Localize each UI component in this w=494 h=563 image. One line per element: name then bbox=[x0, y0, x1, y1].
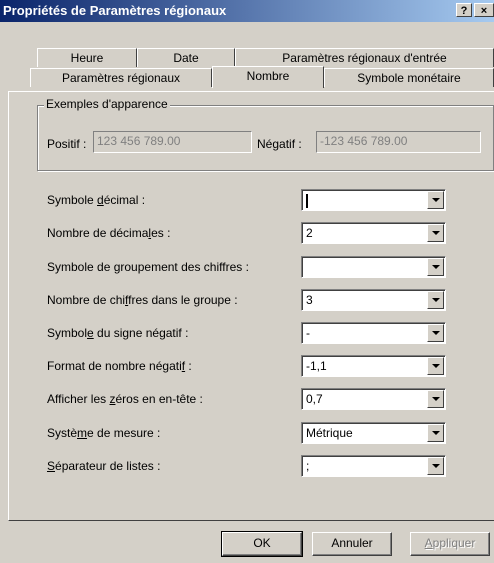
help-button[interactable]: ? bbox=[456, 3, 472, 17]
positive-example-field: 123 456 789.00 bbox=[93, 131, 252, 153]
tab-parametres-regionaux-entree[interactable]: Paramètres régionaux d'entrée bbox=[235, 48, 494, 67]
negative-format-label: Format de nombre négatif : bbox=[47, 359, 192, 373]
positive-label: Positif : bbox=[47, 137, 87, 151]
measurement-system-combo[interactable]: Métrique bbox=[301, 422, 446, 444]
negative-label: Négatif : bbox=[257, 137, 302, 151]
digits-in-group-value: 3 bbox=[306, 293, 313, 307]
leading-zeros-label: Afficher les zéros en en-tête : bbox=[47, 392, 203, 406]
decimal-symbol-label: Symbole décimal : bbox=[47, 193, 146, 207]
negative-format-value: -1,1 bbox=[306, 359, 327, 373]
close-button[interactable]: × bbox=[474, 3, 494, 17]
negative-sign-combo[interactable]: - bbox=[301, 322, 446, 344]
tab-nombre[interactable]: Nombre bbox=[212, 66, 324, 88]
chevron-down-icon[interactable] bbox=[427, 357, 444, 375]
tab-heure[interactable]: Heure bbox=[37, 48, 137, 67]
apply-button[interactable]: Appliquer bbox=[410, 532, 490, 556]
tab-symbole-monetaire[interactable]: Symbole monétaire bbox=[324, 68, 494, 87]
chevron-down-icon[interactable] bbox=[427, 191, 444, 209]
chevron-down-icon[interactable] bbox=[427, 258, 444, 276]
list-separator-combo[interactable]: ; bbox=[301, 455, 446, 477]
measurement-system-value: Métrique bbox=[306, 426, 353, 440]
decimals-count-label: Nombre de décimales : bbox=[47, 226, 171, 240]
cancel-button[interactable]: Annuler bbox=[312, 532, 392, 556]
decimal-symbol-combo[interactable] bbox=[301, 189, 446, 211]
leading-zeros-combo[interactable]: 0,7 bbox=[301, 388, 446, 410]
chevron-down-icon[interactable] bbox=[427, 457, 444, 475]
title-bar: Propriétés de Paramètres régionaux ? × bbox=[0, 0, 494, 22]
measurement-system-label: Système de mesure : bbox=[47, 426, 161, 440]
chevron-down-icon[interactable] bbox=[427, 324, 444, 342]
decimals-count-value: 2 bbox=[306, 226, 313, 240]
decimal-symbol-value bbox=[306, 193, 308, 208]
negative-sign-label: Symbole du signe négatif : bbox=[47, 326, 189, 340]
tab-date[interactable]: Date bbox=[137, 48, 235, 67]
digits-in-group-label: Nombre de chiffres dans le groupe : bbox=[47, 293, 238, 307]
list-separator-label: Séparateur de listes : bbox=[47, 459, 161, 473]
chevron-down-icon[interactable] bbox=[427, 291, 444, 309]
grouping-symbol-combo[interactable] bbox=[301, 256, 446, 278]
chevron-down-icon[interactable] bbox=[427, 224, 444, 242]
chevron-down-icon[interactable] bbox=[427, 424, 444, 442]
negative-example-field: -123 456 789.00 bbox=[316, 131, 481, 153]
tab-parametres-regionaux[interactable]: Paramètres régionaux bbox=[30, 68, 212, 87]
digits-in-group-combo[interactable]: 3 bbox=[301, 289, 446, 311]
ok-button[interactable]: OK bbox=[221, 531, 303, 557]
negative-sign-value: - bbox=[306, 326, 310, 340]
examples-legend: Exemples d'apparence bbox=[44, 97, 170, 111]
decimals-count-combo[interactable]: 2 bbox=[301, 222, 446, 244]
negative-format-combo[interactable]: -1,1 bbox=[301, 355, 446, 377]
grouping-symbol-label: Symbole de groupement des chiffres : bbox=[47, 260, 249, 274]
chevron-down-icon[interactable] bbox=[427, 390, 444, 408]
window-title: Propriétés de Paramètres régionaux bbox=[3, 3, 227, 18]
leading-zeros-value: 0,7 bbox=[306, 392, 323, 406]
list-separator-value: ; bbox=[306, 459, 310, 473]
